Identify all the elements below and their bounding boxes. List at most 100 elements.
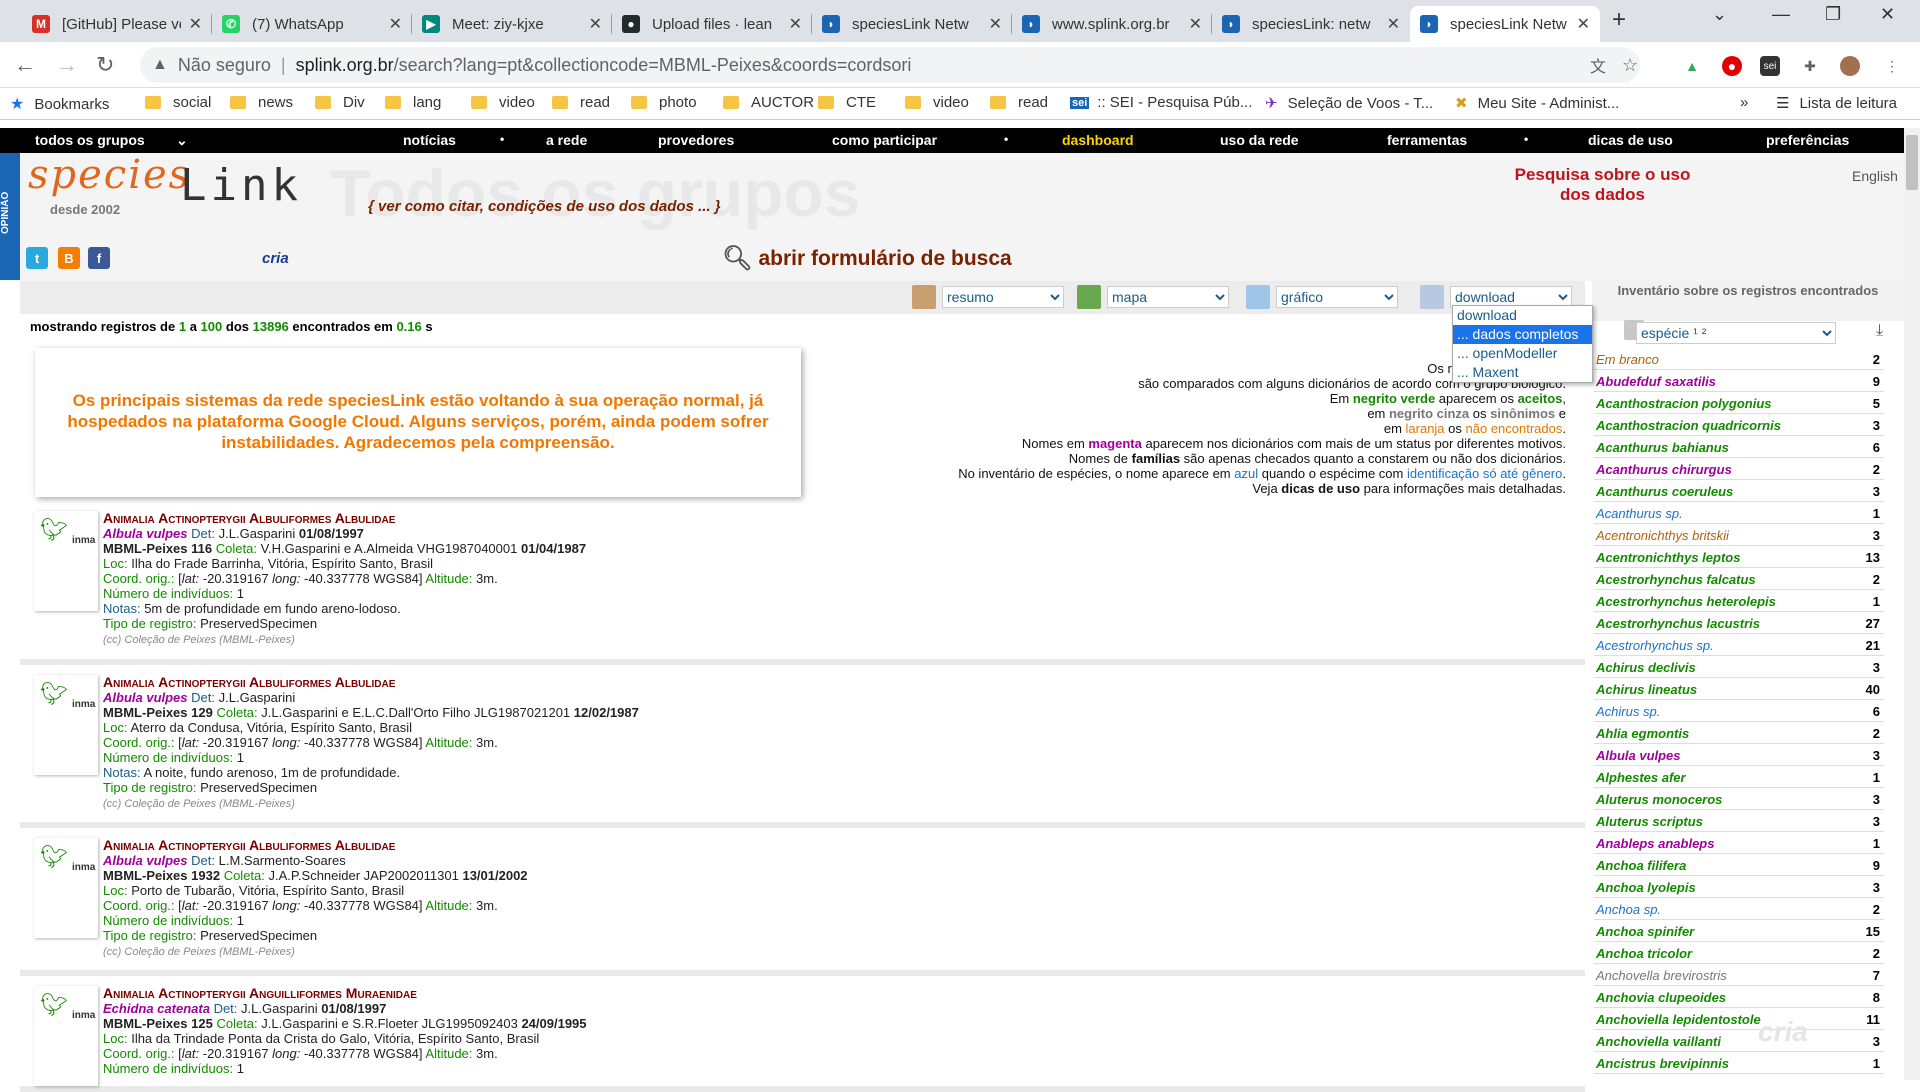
cria-logo[interactable]: cria	[262, 250, 289, 267]
tab-search-icon[interactable]: ⌄	[1712, 4, 1727, 25]
inventory-name[interactable]: Acanthurus sp.	[1594, 504, 1846, 524]
browser-tab[interactable]: ◗ speciesLink: netw ✕	[1212, 6, 1410, 42]
nav-item[interactable]: a rede	[546, 132, 587, 148]
logo-link-text[interactable]: Link	[180, 160, 302, 211]
profile-avatar[interactable]	[1840, 56, 1860, 76]
survey-link[interactable]: Pesquisa sobre o uso dos dados	[1505, 165, 1700, 205]
close-tab-icon[interactable]: ✕	[1387, 14, 1400, 34]
record-species[interactable]: Albula vulpes	[103, 853, 188, 868]
inventory-name[interactable]: Anchoa tricolor	[1594, 944, 1846, 964]
drive-extension-icon[interactable]: ▲	[1682, 56, 1702, 76]
download-option[interactable]: ... openModeller	[1453, 344, 1592, 363]
institution-logo[interactable]: 🐦︎ inma	[34, 511, 98, 611]
inventory-name[interactable]: Anchoa lyolepis	[1594, 878, 1846, 898]
browser-menu-icon[interactable]: ⋮	[1882, 56, 1902, 76]
inventory-name[interactable]: Aluterus scriptus	[1594, 812, 1846, 832]
nav-item[interactable]: como participar	[832, 132, 937, 148]
address-bar[interactable]: ▲ Não seguro | splink.org.br/search?lang…	[140, 47, 1640, 83]
institution-logo[interactable]: 🐦︎ inma	[34, 986, 98, 1086]
record-species[interactable]: Albula vulpes	[103, 690, 188, 705]
inventory-name[interactable]: Acestrorhynchus heterolepis	[1594, 592, 1846, 612]
cite-link[interactable]: { ver como citar, condições de uso dos d…	[368, 198, 721, 215]
bookmark-item[interactable]: lang	[385, 94, 441, 111]
logo-species-text[interactable]: species	[28, 152, 191, 198]
inventory-name[interactable]: Acestrorhynchus sp.	[1594, 636, 1846, 656]
inventory-name[interactable]: Anchovia clupeoides	[1594, 988, 1846, 1008]
browser-tab[interactable]: ▶ Meet: ziy-kjxe ✕	[412, 6, 612, 42]
inventory-name[interactable]: Anableps anableps	[1594, 834, 1846, 854]
browser-tab[interactable]: M [GitHub] Please ve ✕	[22, 6, 212, 42]
reload-icon[interactable]: ↻	[96, 52, 114, 78]
record-species[interactable]: Echidna catenata	[103, 1001, 210, 1016]
nav-item[interactable]: notícias	[403, 132, 456, 148]
browser-tab[interactable]: ◗ speciesLink Netw ✕	[1410, 6, 1600, 42]
nav-item[interactable]: ferramentas	[1387, 132, 1467, 148]
inventory-select[interactable]: espécie ¹ ²	[1636, 322, 1836, 344]
close-window-icon[interactable]: ✕	[1880, 4, 1895, 25]
inventory-name[interactable]: Anchovella brevirostris	[1594, 966, 1846, 986]
close-tab-icon[interactable]: ✕	[789, 14, 802, 34]
bookmark-item[interactable]: ★ Bookmarks	[10, 94, 109, 114]
bookmark-item[interactable]: ✈ Seleção de Voos - T...	[1265, 94, 1433, 113]
maximize-icon[interactable]: ❐	[1825, 4, 1841, 25]
record-taxonomy[interactable]: Animalia Actinopterygii Anguilliformes M…	[103, 985, 417, 1001]
inventory-name[interactable]: Albula vulpes	[1594, 746, 1846, 766]
close-tab-icon[interactable]: ✕	[189, 14, 202, 34]
inventory-name[interactable]: Anchoviella lepidentostole	[1594, 1010, 1846, 1030]
inventory-name[interactable]: Acestrorhynchus lacustris	[1594, 614, 1846, 634]
nav-item[interactable]: dicas de uso	[1588, 132, 1673, 148]
mapa-select[interactable]: mapa	[1107, 286, 1229, 308]
bookmark-item[interactable]: video	[905, 94, 969, 111]
institution-logo[interactable]: 🐦︎ inma	[34, 838, 98, 938]
page-scrollbar[interactable]	[1904, 128, 1920, 1080]
institution-logo[interactable]: 🐦︎ inma	[34, 675, 98, 775]
browser-tab[interactable]: ✆ (7) WhatsApp ✕	[212, 6, 412, 42]
translate-icon[interactable]: 文	[1590, 53, 1606, 77]
facebook-icon[interactable]: f	[88, 247, 110, 269]
bookmark-item[interactable]: AUCTOR	[723, 94, 814, 111]
inventory-name[interactable]: Acanthurus chirurgus	[1594, 460, 1846, 480]
browser-tab[interactable]: ● Upload files · lean ✕	[612, 6, 812, 42]
nav-item[interactable]: uso da rede	[1220, 132, 1299, 148]
inventory-name[interactable]: Achirus lineatus	[1594, 680, 1846, 700]
bookmark-item[interactable]: video	[471, 94, 535, 111]
bookmarks-more[interactable]: »	[1740, 94, 1748, 111]
close-tab-icon[interactable]: ✕	[589, 14, 602, 34]
inventory-name[interactable]: Acanthostracion polygonius	[1594, 394, 1846, 414]
inventory-name[interactable]: Achirus sp.	[1594, 702, 1846, 722]
close-tab-icon[interactable]: ✕	[1189, 14, 1202, 34]
nav-item[interactable]: dashboard	[1062, 132, 1134, 148]
bookmark-item[interactable]: read	[552, 94, 610, 111]
inventory-name[interactable]: Anchoa sp.	[1594, 900, 1846, 920]
browser-tab[interactable]: ◗ www.splink.org.br ✕	[1012, 6, 1212, 42]
download-option[interactable]: download	[1453, 306, 1592, 325]
bookmark-item[interactable]: photo	[631, 94, 697, 111]
inventory-name[interactable]: Acentronichthys britskii	[1594, 526, 1846, 546]
close-tab-icon[interactable]: ✕	[989, 14, 1002, 34]
scrollbar-thumb[interactable]	[1906, 135, 1918, 190]
forward-icon[interactable]: →	[56, 52, 78, 78]
back-icon[interactable]: ←	[14, 52, 36, 78]
inventory-name[interactable]: Em branco	[1594, 350, 1846, 370]
inventory-name[interactable]: Alphestes afer	[1594, 768, 1846, 788]
nav-item[interactable]: provedores	[658, 132, 734, 148]
bookmark-star-icon[interactable]: ☆	[1622, 55, 1638, 76]
bookmark-item[interactable]: CTE	[818, 94, 876, 111]
record-species[interactable]: Albula vulpes	[103, 526, 188, 541]
blogger-icon[interactable]: B	[58, 247, 80, 269]
puzzle-extensions-icon[interactable]: ✚	[1800, 56, 1820, 76]
bookmark-item[interactable]: social	[145, 94, 211, 111]
bookmark-item[interactable]: read	[990, 94, 1048, 111]
inventory-name[interactable]: Acestrorhynchus falcatus	[1594, 570, 1846, 590]
twitter-icon[interactable]: t	[26, 247, 48, 269]
download-option[interactable]: ... dados completos	[1453, 325, 1592, 344]
reading-list-button[interactable]: ☰ Lista de leitura	[1776, 94, 1897, 113]
bookmark-item[interactable]: ✖ Meu Site - Administ...	[1455, 94, 1619, 113]
resumo-select[interactable]: resumo	[942, 286, 1064, 308]
inventory-name[interactable]: Acanthurus coeruleus	[1594, 482, 1846, 502]
download-option[interactable]: ... Maxent	[1453, 363, 1592, 382]
inventory-name[interactable]: Achirus declivis	[1594, 658, 1846, 678]
record-taxonomy[interactable]: Animalia Actinopterygii Albuliformes Alb…	[103, 674, 395, 690]
inventory-download-icon[interactable]: ⤓	[1876, 322, 1883, 340]
record-taxonomy[interactable]: Animalia Actinopterygii Albuliformes Alb…	[103, 837, 395, 853]
